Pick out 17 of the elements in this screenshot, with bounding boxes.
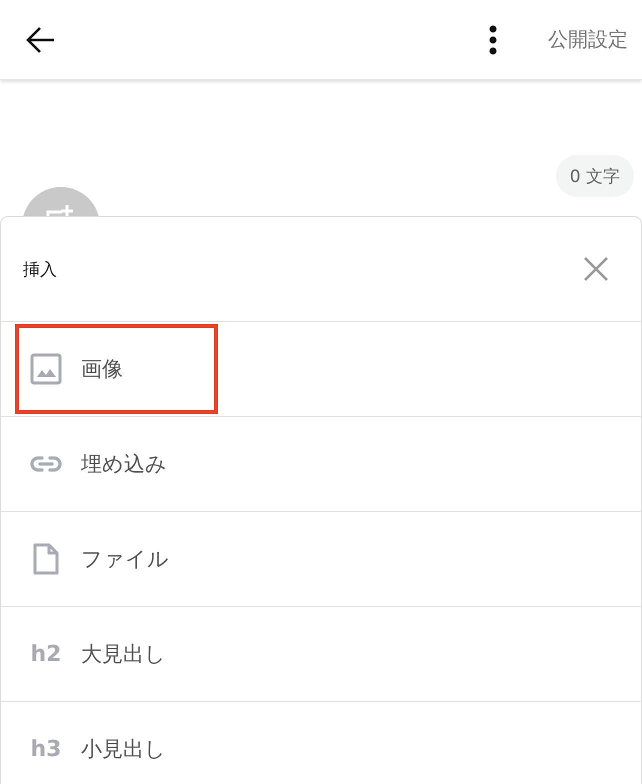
insert-option[interactable]: 画像 (1, 322, 641, 417)
word-count: 0 文字 (556, 155, 634, 197)
image-icon (29, 352, 63, 386)
option-label: ファイル (81, 546, 169, 573)
more-menu-icon[interactable] (488, 24, 498, 54)
sheet-title: 挿入 (23, 258, 57, 280)
insert-option[interactable]: ファイル (1, 512, 641, 607)
option-label: 大見出し (81, 641, 166, 668)
publish-settings-link[interactable]: 公開設定 (548, 26, 628, 53)
insert-option[interactable]: 埋め込み (1, 417, 641, 512)
insert-option[interactable]: h2 大見出し (1, 607, 641, 702)
option-label: 小見出し (81, 736, 166, 763)
insert-option[interactable]: h3 小見出し (1, 702, 641, 784)
option-label: 画像 (81, 356, 123, 383)
heading-level-icon: h3 (29, 736, 63, 762)
heading-level-icon: h2 (29, 642, 63, 666)
option-label: 埋め込み (81, 451, 167, 478)
